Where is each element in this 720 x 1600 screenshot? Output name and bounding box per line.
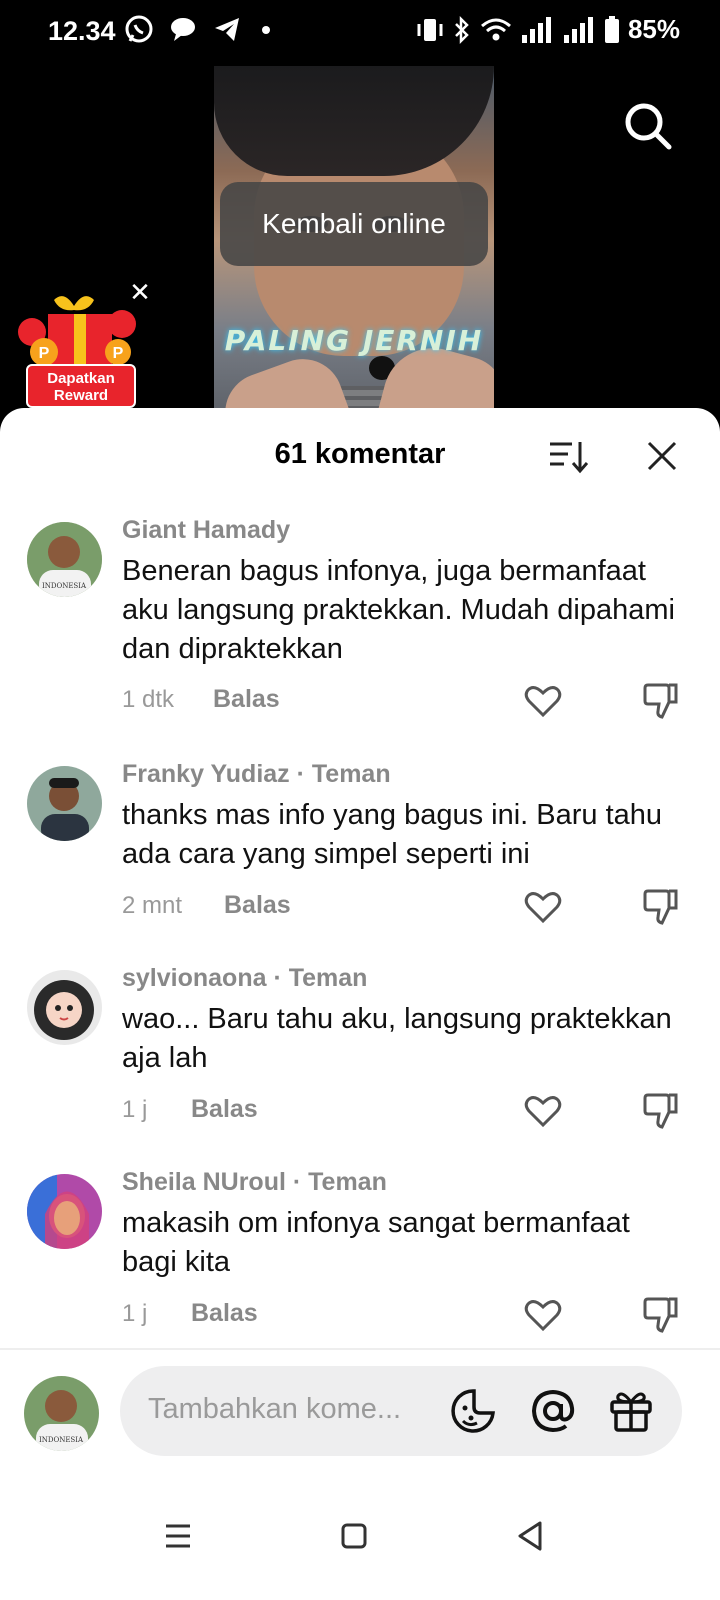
comment-time: 2 mnt — [122, 892, 183, 919]
friend-tag: · Teman — [285, 1168, 387, 1196]
avatar-image: INDONESIA — [27, 522, 102, 597]
comment-time: 1 dtk — [122, 686, 175, 713]
reward-label-line2: Reward — [53, 387, 109, 404]
bluetooth-icon — [455, 15, 469, 44]
friend-tag: · Teman — [266, 964, 368, 992]
username-text: Sheila NUroul — [122, 1168, 286, 1196]
comment-text: thanks mas info yang bagus ini. Baru tah… — [122, 799, 663, 870]
avatar-image — [27, 766, 102, 841]
comment-text: makasih om infonya sangat bermanfaat bag… — [122, 1207, 630, 1278]
video-hair — [214, 66, 494, 176]
sort-icon — [550, 442, 589, 474]
comment-input[interactable]: Tambahkan kome... — [120, 1366, 682, 1456]
chat-bubble-icon — [171, 18, 195, 41]
gift-box-icon: P P — [18, 296, 136, 366]
comment-time: 1 j — [122, 1096, 148, 1123]
divider — [0, 1348, 720, 1350]
reward-label[interactable]: Dapatkan Reward — [26, 364, 136, 408]
like-icon[interactable] — [524, 1094, 562, 1128]
telegram-icon — [215, 18, 239, 41]
video-hand — [214, 347, 355, 416]
vibrate-icon — [417, 18, 443, 41]
comment-username[interactable]: sylvionaona · Teman — [122, 964, 367, 993]
comment-text: wao... Baru tahu aku, langsung praktekka… — [122, 1003, 672, 1074]
search-button[interactable] — [622, 100, 674, 152]
mention-icon[interactable] — [530, 1388, 576, 1434]
dot-icon — [262, 26, 270, 34]
dislike-icon[interactable] — [642, 888, 680, 926]
comment-username[interactable]: Franky Yudiaz · Teman — [122, 760, 391, 789]
comment-time: 1 j — [122, 1300, 148, 1327]
menu-icon[interactable] — [160, 1518, 196, 1554]
comment-input-placeholder: Tambahkan kome... — [148, 1393, 402, 1425]
reply-button[interactable]: Balas — [191, 1095, 258, 1124]
signal-icon — [563, 16, 593, 43]
reward-close-button[interactable]: ✕ — [128, 279, 152, 305]
search-icon — [625, 103, 672, 150]
system-icons: 85% — [416, 14, 680, 45]
signal-icon — [521, 16, 551, 43]
home-icon[interactable] — [336, 1518, 372, 1554]
wifi-icon — [480, 18, 511, 40]
reply-button[interactable]: Balas — [191, 1299, 258, 1328]
dislike-icon[interactable] — [642, 1092, 680, 1130]
comment-text: Beneran bagus infonya, juga bermanfaat a… — [122, 555, 675, 665]
avatar-image — [27, 1174, 102, 1249]
comment-username[interactable]: Sheila NUroul · Teman — [122, 1168, 387, 1197]
svg-text:INDONESIA: INDONESIA — [42, 582, 87, 590]
svg-text:P: P — [39, 345, 50, 362]
friend-tag: · Teman — [289, 760, 391, 788]
connection-toast: Kembali online — [220, 182, 488, 266]
avatar-image — [27, 970, 102, 1045]
status-time: 12.34 — [48, 16, 116, 46]
battery-icon — [604, 15, 619, 43]
emoji-icon[interactable] — [450, 1388, 496, 1434]
status-bar: 12.34 85% — [0, 0, 720, 64]
reward-label-line1: Dapatkan — [47, 370, 115, 387]
like-icon[interactable] — [524, 684, 562, 718]
whatsapp-icon — [125, 15, 153, 43]
avatar[interactable]: INDONESIA — [27, 522, 102, 597]
username-text: Franky Yudiaz — [122, 760, 290, 788]
username-text: Giant Hamady — [122, 516, 291, 544]
avatar[interactable] — [27, 1174, 102, 1249]
sort-button[interactable] — [548, 440, 589, 474]
my-avatar[interactable]: INDONESIA — [24, 1376, 99, 1451]
battery-percent: 85% — [627, 14, 680, 44]
notification-icons — [124, 14, 276, 44]
svg-text:P: P — [113, 345, 124, 362]
reply-button[interactable]: Balas — [224, 891, 291, 920]
back-icon[interactable] — [512, 1518, 548, 1554]
comments-count-title: 61 komentar — [274, 438, 446, 470]
gift-icon[interactable] — [608, 1388, 654, 1434]
svg-text:INDONESIA: INDONESIA — [39, 1436, 84, 1444]
dislike-icon[interactable] — [642, 682, 680, 720]
reply-button[interactable]: Balas — [213, 685, 280, 714]
system-nav-bar — [0, 1490, 720, 1600]
close-sheet-button[interactable] — [646, 440, 678, 472]
avatar[interactable] — [27, 766, 102, 841]
comment-username[interactable]: Giant Hamady — [122, 516, 290, 545]
video-overlay-text: PALING JERNIH — [224, 324, 484, 357]
like-icon[interactable] — [524, 1298, 562, 1332]
close-icon — [647, 441, 677, 471]
avatar-image: INDONESIA — [24, 1376, 99, 1451]
dislike-icon[interactable] — [642, 1296, 680, 1334]
like-icon[interactable] — [524, 890, 562, 924]
avatar[interactable] — [27, 970, 102, 1045]
username-text: sylvionaona — [122, 964, 267, 992]
